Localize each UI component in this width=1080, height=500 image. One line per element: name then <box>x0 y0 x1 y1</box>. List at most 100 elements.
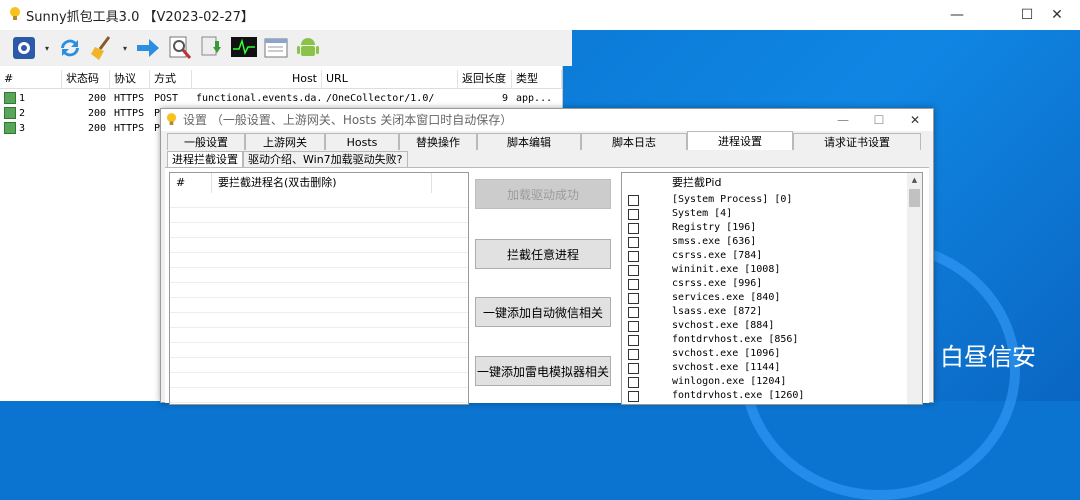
pid-process-label: System [4] <box>672 208 733 219</box>
pid-list-item[interactable]: winlogon.exe [1204] <box>622 375 906 389</box>
subtab-driver-info[interactable]: 驱动介绍、Win7加载驱动失败? <box>243 151 408 167</box>
process-subtabs: 进程拦截设置 驱动介绍、Win7加载驱动失败? <box>167 151 408 168</box>
lightbulb-icon <box>166 113 177 125</box>
col-header-host[interactable]: Host <box>192 70 322 88</box>
subtab-process-intercept[interactable]: 进程拦截设置 <box>167 151 243 167</box>
refresh-icon[interactable] <box>56 34 84 62</box>
intercept-any-process-button[interactable]: 拦截任意进程 <box>475 239 611 269</box>
tab-hosts[interactable]: Hosts <box>325 133 399 150</box>
col-header-type[interactable]: 类型 <box>512 70 562 88</box>
pid-checkbox[interactable] <box>628 195 639 206</box>
col-header-url[interactable]: URL <box>322 70 458 88</box>
pid-checkbox[interactable] <box>628 279 639 290</box>
list-item[interactable] <box>170 313 468 328</box>
clear-dropdown-caret[interactable]: ▾ <box>120 44 130 53</box>
load-driver-button[interactable]: 加载驱动成功 <box>475 179 611 209</box>
notepad-icon[interactable] <box>262 34 290 62</box>
list-item[interactable] <box>170 268 468 283</box>
list-item[interactable] <box>170 253 468 268</box>
pid-list-item[interactable]: svchost.exe [884] <box>622 319 906 333</box>
tab-cert-settings[interactable]: 请求证书设置 <box>793 133 921 150</box>
pid-list-item[interactable]: Registry [196] <box>622 221 906 235</box>
pid-process-label: lsass.exe [872] <box>672 306 763 317</box>
pid-process-label: wininit.exe [1008] <box>672 264 781 275</box>
pid-checkbox[interactable] <box>628 223 639 234</box>
pid-list[interactable]: 要拦截Pid [System Process] [0] System [4] Reg… <box>621 172 923 405</box>
pid-checkbox[interactable] <box>628 335 639 346</box>
row-protocol: HTTPS <box>114 108 145 119</box>
col-header-status[interactable]: 状态码 <box>62 70 110 88</box>
magnifier-icon[interactable] <box>166 34 194 62</box>
pid-checkbox[interactable] <box>628 293 639 304</box>
minimize-button[interactable]: — <box>934 0 980 30</box>
pid-checkbox[interactable] <box>628 237 639 248</box>
pid-list-item[interactable]: fontdrvhost.exe [856] <box>622 333 906 347</box>
pid-checkbox[interactable] <box>628 349 639 360</box>
pid-checkbox[interactable] <box>628 391 639 402</box>
android-icon[interactable] <box>294 34 322 62</box>
add-emulator-button[interactable]: 一键添加雷电模拟器相关 <box>475 356 611 386</box>
list-item[interactable] <box>170 208 468 223</box>
list-item[interactable] <box>170 193 468 208</box>
intercept-process-list[interactable]: # 要拦截进程名(双击删除) <box>169 172 469 405</box>
list-item[interactable] <box>170 358 468 373</box>
grid-header: # 状态码 协议 方式 Host URL 返回长度 类型 <box>0 70 562 89</box>
pid-checkbox[interactable] <box>628 377 639 388</box>
dialog-title: 设置 （一般设置、上游网关、Hosts 关闭本窗口时自动保存） <box>183 113 513 127</box>
close-button[interactable]: ✕ <box>1034 0 1080 30</box>
broom-icon[interactable] <box>88 34 116 62</box>
dialog-title-bar: 设置 （一般设置、上游网关、Hosts 关闭本窗口时自动保存） — ☐ ✕ <box>161 109 933 131</box>
tab-script-edit[interactable]: 脚本编辑 <box>477 133 581 150</box>
dialog-maximize-button[interactable]: ☐ <box>861 109 897 131</box>
tab-upstream-gateway[interactable]: 上游网关 <box>245 133 325 150</box>
pid-list-item[interactable]: wininit.exe [1008] <box>622 263 906 277</box>
pid-list-item[interactable]: csrss.exe [784] <box>622 249 906 263</box>
tab-process-settings[interactable]: 进程设置 <box>687 131 793 150</box>
arrow-right-icon[interactable] <box>134 34 162 62</box>
settings-dropdown-caret[interactable]: ▾ <box>42 44 52 53</box>
row-length: 9 <box>501 93 508 104</box>
list-item[interactable] <box>170 328 468 343</box>
pid-list-header: 要拦截Pid <box>622 173 906 193</box>
pid-list-item[interactable]: csrss.exe [996] <box>622 277 906 291</box>
tab-replace[interactable]: 替换操作 <box>399 133 477 150</box>
pid-list-item[interactable]: [System Process] [0] <box>622 193 906 207</box>
pid-list-scrollbar[interactable]: ▲ <box>907 173 922 404</box>
add-wechat-button[interactable]: 一键添加自动微信相关 <box>475 297 611 327</box>
list-item[interactable] <box>170 343 468 358</box>
pid-checkbox[interactable] <box>628 209 639 220</box>
pid-checkbox[interactable] <box>628 321 639 332</box>
col-header-length[interactable]: 返回长度 <box>458 70 512 88</box>
list-item[interactable] <box>170 238 468 253</box>
download-icon[interactable] <box>198 34 226 62</box>
pid-checkbox[interactable] <box>628 307 639 318</box>
monitor-icon[interactable] <box>230 34 258 62</box>
pid-list-item[interactable]: System [4] <box>622 207 906 221</box>
list-item[interactable] <box>170 373 468 388</box>
pid-checkbox[interactable] <box>628 251 639 262</box>
scroll-up-icon[interactable]: ▲ <box>907 173 922 187</box>
pid-list-item[interactable]: svchost.exe [1096] <box>622 347 906 361</box>
col-header-protocol[interactable]: 协议 <box>110 70 150 88</box>
pid-checkbox[interactable] <box>628 363 639 374</box>
col-header-spare <box>432 173 468 193</box>
list-item[interactable] <box>170 223 468 238</box>
pid-list-item[interactable]: smss.exe [636] <box>622 235 906 249</box>
col-header-index[interactable]: # <box>0 70 62 88</box>
gear-icon[interactable] <box>10 34 38 62</box>
scrollbar-thumb[interactable] <box>909 189 920 207</box>
dialog-close-button[interactable]: ✕ <box>897 109 933 131</box>
settings-tabs: 一般设置 上游网关 Hosts 替换操作 脚本编辑 脚本日志 进程设置 请求证书… <box>167 131 921 151</box>
list-item[interactable] <box>170 298 468 313</box>
col-header-method[interactable]: 方式 <box>150 70 192 88</box>
tab-script-log[interactable]: 脚本日志 <box>581 133 687 150</box>
table-row[interactable]: 1 200 HTTPS POST functional.events.da...… <box>0 91 562 106</box>
pid-list-item[interactable]: lsass.exe [872] <box>622 305 906 319</box>
window-title: Sunny抓包工具3.0 【V2023-02-27】 <box>26 9 254 25</box>
dialog-minimize-button[interactable]: — <box>825 109 861 131</box>
pid-checkbox[interactable] <box>628 265 639 276</box>
pid-list-item[interactable]: services.exe [840] <box>622 291 906 305</box>
list-item[interactable] <box>170 283 468 298</box>
pid-list-item[interactable]: svchost.exe [1144] <box>622 361 906 375</box>
tab-general[interactable]: 一般设置 <box>167 133 245 150</box>
